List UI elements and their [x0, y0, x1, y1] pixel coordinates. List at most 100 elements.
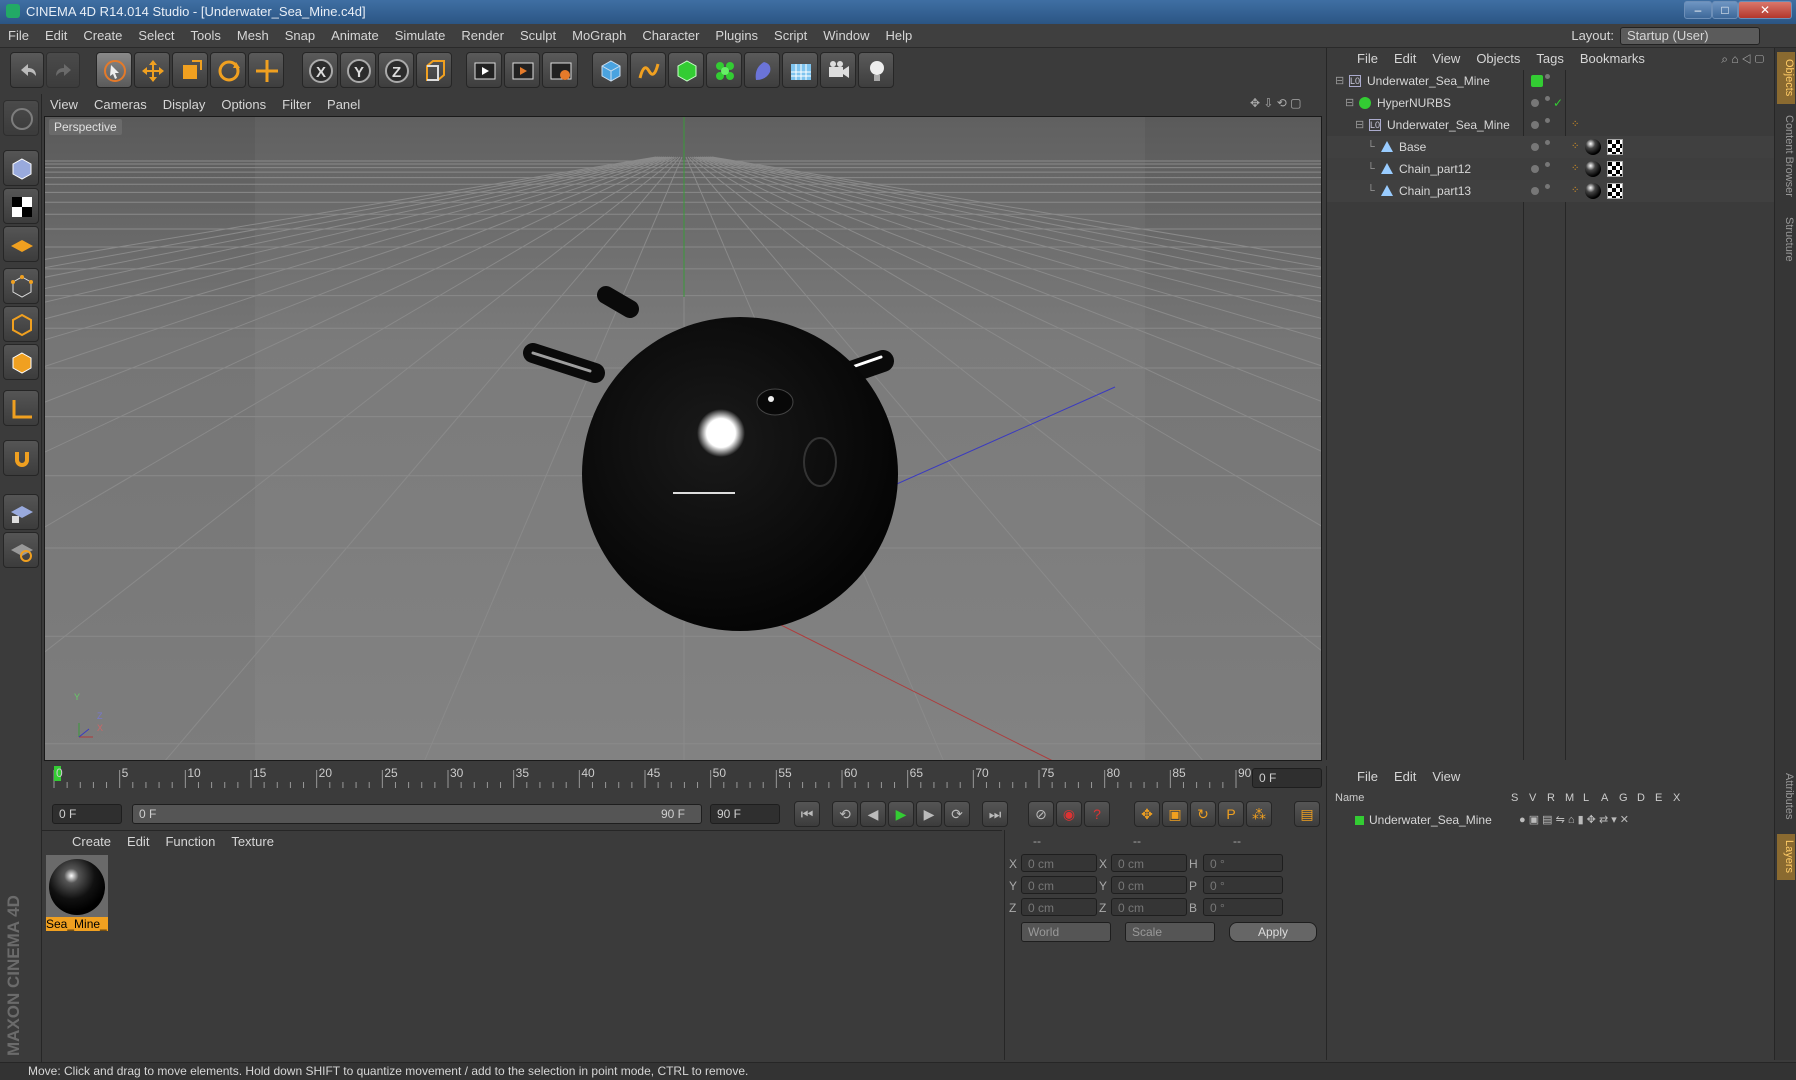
material-tag-icon[interactable] [1585, 139, 1601, 155]
autokey-button[interactable]: ◉ [1056, 801, 1082, 827]
layer-color-swatch[interactable] [1531, 75, 1543, 87]
object-row[interactable]: └ Base ⁘ [1327, 136, 1775, 158]
menu-file[interactable]: File [0, 24, 37, 48]
material-menu-texture[interactable]: Texture [223, 831, 282, 853]
render-visibility-dot[interactable] [1545, 74, 1550, 79]
render-visibility-dot[interactable] [1545, 118, 1550, 123]
key-rotation-button[interactable]: ↻ [1190, 801, 1216, 827]
layer-column-s[interactable]: S [1511, 792, 1518, 804]
coord-value-field[interactable]: 0 cm [1021, 876, 1097, 894]
live-selection-tool[interactable] [96, 52, 132, 88]
y-axis-lock[interactable]: Y [340, 52, 376, 88]
layer-row-flags[interactable]: ● ▣ ▤ ⇋ ⌂ ▮ ✥ ⇄ ▾ ✕ [1519, 810, 1629, 830]
layer-column-x[interactable]: X [1673, 792, 1680, 804]
material-menu-function[interactable]: Function [157, 831, 223, 853]
editor-visibility-dot[interactable] [1531, 165, 1539, 173]
viewport-menu-view[interactable]: View [42, 94, 86, 116]
z-axis-lock[interactable]: Z [378, 52, 414, 88]
end-frame-field[interactable]: 90 F [710, 804, 780, 824]
object-menu-bookmarks[interactable]: Bookmarks [1572, 48, 1653, 70]
layer-column-m[interactable]: M [1565, 792, 1574, 804]
menu-select[interactable]: Select [130, 24, 182, 48]
edges-mode-button[interactable] [3, 306, 39, 342]
editor-visibility-dot[interactable] [1531, 143, 1539, 151]
menu-window[interactable]: Window [815, 24, 877, 48]
x-axis-lock[interactable]: X [302, 52, 338, 88]
uvw-tag-icon[interactable] [1607, 183, 1623, 199]
viewport-menu-display[interactable]: Display [155, 94, 214, 116]
menu-sculpt[interactable]: Sculpt [512, 24, 564, 48]
menu-tools[interactable]: Tools [183, 24, 229, 48]
layer-column-name[interactable]: Name [1335, 792, 1364, 804]
play-button[interactable]: ▶ [888, 801, 914, 827]
object-menu-tags[interactable]: Tags [1528, 48, 1571, 70]
tab-objects[interactable]: Objects [1777, 52, 1795, 104]
object-row[interactable]: ⊟ L0 Underwater_Sea_Mine ⁘ [1327, 114, 1775, 136]
layer-column-e[interactable]: E [1655, 792, 1662, 804]
minimize-button[interactable]: – [1684, 1, 1712, 19]
object-row[interactable]: └ Chain_part12 ⁘ [1327, 158, 1775, 180]
redo-button[interactable] [46, 52, 80, 88]
uvw-tag-icon[interactable] [1607, 139, 1623, 155]
tab-structure[interactable]: Structure [1777, 210, 1795, 268]
make-editable-button[interactable] [3, 100, 39, 136]
spline-button[interactable] [630, 52, 666, 88]
material-swatch[interactable]: Sea_Mine_ [46, 855, 110, 935]
layer-column-r[interactable]: R [1547, 792, 1555, 804]
phong-tag-icon[interactable]: ⁘ [1571, 114, 1579, 136]
tab-layers[interactable]: Layers [1777, 834, 1795, 880]
expand-toggle-icon[interactable]: ⊟ [1335, 70, 1344, 92]
goto-start-button[interactable]: ⏮ [794, 801, 820, 827]
expand-toggle-icon[interactable]: ⊟ [1355, 114, 1364, 136]
last-tool[interactable] [248, 52, 284, 88]
material-menu-create[interactable]: Create [64, 831, 119, 853]
material-tag-icon[interactable] [1585, 161, 1601, 177]
object-menu-view[interactable]: View [1424, 48, 1468, 70]
coord-value-field[interactable]: 0 ° [1203, 898, 1283, 916]
editor-visibility-dot[interactable] [1531, 121, 1539, 129]
phong-tag-icon[interactable]: ⁘ [1571, 158, 1579, 180]
menu-create[interactable]: Create [75, 24, 130, 48]
coordinate-space-dropdown[interactable]: World [1021, 922, 1111, 942]
goto-end-button[interactable]: ⏭ [982, 801, 1008, 827]
viewport-menu-cameras[interactable]: Cameras [86, 94, 155, 116]
coord-value-field[interactable]: 0 cm [1111, 854, 1187, 872]
camera-button[interactable] [820, 52, 856, 88]
layer-menu-view[interactable]: View [1424, 766, 1468, 788]
object-row[interactable]: ⊟ L0 Underwater_Sea_Mine [1327, 70, 1775, 92]
coord-value-field[interactable]: 0 cm [1021, 898, 1097, 916]
object-menu-file[interactable]: File [1349, 48, 1386, 70]
axis-mode-button[interactable] [3, 390, 39, 426]
layout-selector[interactable]: Layout: Startup (User) [1571, 26, 1760, 46]
menu-mesh[interactable]: Mesh [229, 24, 277, 48]
phong-tag-icon[interactable]: ⁘ [1571, 180, 1579, 202]
scale-tool[interactable] [172, 52, 208, 88]
viewport-menu-options[interactable]: Options [213, 94, 274, 116]
record-keys-button[interactable]: ⊘ [1028, 801, 1054, 827]
nurbs-button[interactable] [668, 52, 704, 88]
undo-button[interactable] [10, 52, 44, 88]
object-search-icons[interactable]: ⌕ ⌂ ◁ ▢ [1721, 52, 1764, 67]
menu-help[interactable]: Help [878, 24, 921, 48]
current-frame-field[interactable]: 0 F [1252, 768, 1322, 788]
polygons-mode-button[interactable] [3, 344, 39, 380]
uvw-tag-icon[interactable] [1607, 161, 1623, 177]
material-menu-edit[interactable]: Edit [119, 831, 157, 853]
render-visibility-dot[interactable] [1545, 162, 1550, 167]
expand-toggle-icon[interactable]: ⊟ [1345, 92, 1354, 114]
object-row[interactable]: ⊟ HyperNURBS ✓ [1327, 92, 1775, 114]
menu-mograph[interactable]: MoGraph [564, 24, 634, 48]
cube-primitive-button[interactable] [592, 52, 628, 88]
next-key-button[interactable]: ⟳ [944, 801, 970, 827]
menu-edit[interactable]: Edit [37, 24, 75, 48]
layer-column-a[interactable]: A [1601, 792, 1608, 804]
menu-simulate[interactable]: Simulate [387, 24, 454, 48]
key-scale-button[interactable]: ▣ [1162, 801, 1188, 827]
maximize-button[interactable]: □ [1712, 1, 1738, 19]
coord-value-field[interactable]: 0 ° [1203, 854, 1283, 872]
layer-column-l[interactable]: L [1583, 792, 1589, 804]
frame-range-slider[interactable]: 0 F 90 F [132, 804, 702, 824]
perspective-viewport[interactable]: Perspective Y Z X [44, 116, 1322, 761]
workplane-lock-button[interactable] [3, 494, 39, 530]
layer-column-v[interactable]: V [1529, 792, 1536, 804]
